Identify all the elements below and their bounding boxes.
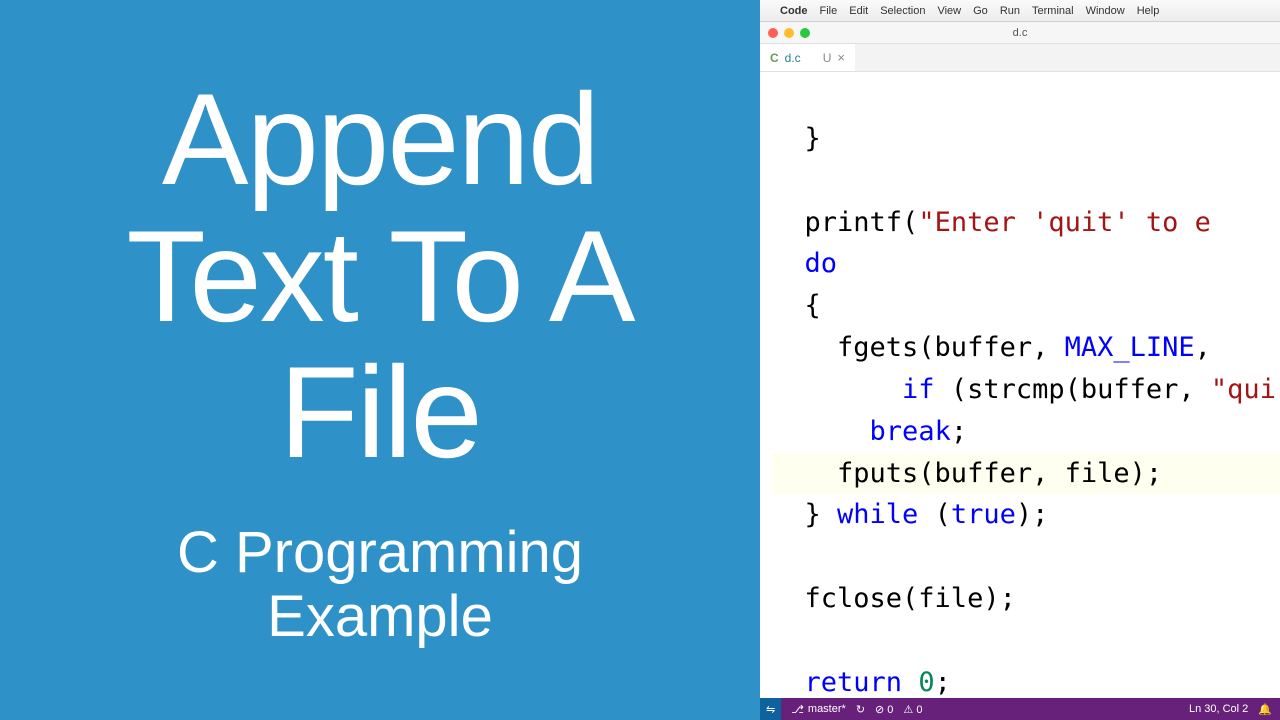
bell-icon[interactable]: 🔔 bbox=[1258, 703, 1272, 716]
errors-count[interactable]: ⊘ 0 bbox=[875, 703, 893, 716]
code-line-active: fputs(buffer, file); bbox=[772, 453, 1280, 495]
editor-tab-active[interactable]: C d.c U × bbox=[760, 44, 855, 71]
menu-selection[interactable]: Selection bbox=[880, 5, 925, 17]
title-line: File bbox=[126, 344, 633, 481]
menu-run[interactable]: Run bbox=[1000, 5, 1020, 17]
vscode-window: Code File Edit Selection View Go Run Ter… bbox=[760, 0, 1280, 720]
minimize-window-button[interactable] bbox=[784, 28, 794, 38]
remote-indicator[interactable]: ⇋ bbox=[760, 698, 781, 720]
warnings-count[interactable]: ⚠ 0 bbox=[903, 703, 922, 716]
title-line: Text To A bbox=[126, 208, 633, 345]
code-line: do bbox=[772, 248, 837, 279]
window-titlebar[interactable]: d.c bbox=[760, 22, 1280, 44]
tab-dirty-indicator: U bbox=[823, 51, 832, 65]
code-line: } while (true); bbox=[772, 499, 1048, 530]
mac-menubar[interactable]: Code File Edit Selection View Go Run Ter… bbox=[760, 0, 1280, 22]
traffic-lights bbox=[768, 28, 810, 38]
subtitle-line: C Programming bbox=[177, 521, 583, 585]
menu-go[interactable]: Go bbox=[973, 5, 988, 17]
code-line: } bbox=[772, 123, 821, 154]
close-icon[interactable]: × bbox=[837, 50, 845, 65]
close-window-button[interactable] bbox=[768, 28, 778, 38]
menu-edit[interactable]: Edit bbox=[849, 5, 868, 17]
code-line: fclose(file); bbox=[772, 583, 1016, 614]
tab-filename: d.c bbox=[785, 51, 801, 65]
menu-terminal[interactable]: Terminal bbox=[1032, 5, 1074, 17]
menu-window[interactable]: Window bbox=[1086, 5, 1125, 17]
menu-file[interactable]: File bbox=[820, 5, 838, 17]
tab-lang-badge: C bbox=[770, 51, 779, 65]
code-line: return 0; bbox=[772, 667, 951, 698]
code-line: printf("Enter 'quit' to e bbox=[772, 207, 1211, 238]
sync-icon[interactable]: ↻ bbox=[856, 703, 865, 716]
git-branch[interactable]: ⎇ master* bbox=[791, 703, 846, 716]
code-line: break; bbox=[772, 416, 967, 447]
code-editor[interactable]: } printf("Enter 'quit' to e do { fgets(b… bbox=[760, 72, 1280, 698]
title-card: Append Text To A File C Programming Exam… bbox=[0, 0, 760, 720]
app-name[interactable]: Code bbox=[780, 5, 808, 17]
code-line: { bbox=[772, 290, 821, 321]
cursor-position[interactable]: Ln 30, Col 2 bbox=[1189, 703, 1248, 715]
zoom-window-button[interactable] bbox=[800, 28, 810, 38]
code-line: fgets(buffer, MAX_LINE, bbox=[772, 332, 1211, 363]
subtitle-line: Example bbox=[177, 585, 583, 649]
subtitle: C Programming Example bbox=[177, 521, 583, 649]
code-line: if (strcmp(buffer, "qui bbox=[772, 374, 1276, 405]
editor-tabbar[interactable]: C d.c U × bbox=[760, 44, 1280, 72]
status-bar[interactable]: ⇋ ⎇ master* ↻ ⊘ 0 ⚠ 0 Ln 30, Col 2 🔔 bbox=[760, 698, 1280, 720]
menu-help[interactable]: Help bbox=[1137, 5, 1160, 17]
main-title: Append Text To A File bbox=[126, 71, 633, 481]
title-line: Append bbox=[126, 71, 633, 208]
menu-view[interactable]: View bbox=[937, 5, 961, 17]
window-title: d.c bbox=[1013, 27, 1028, 39]
